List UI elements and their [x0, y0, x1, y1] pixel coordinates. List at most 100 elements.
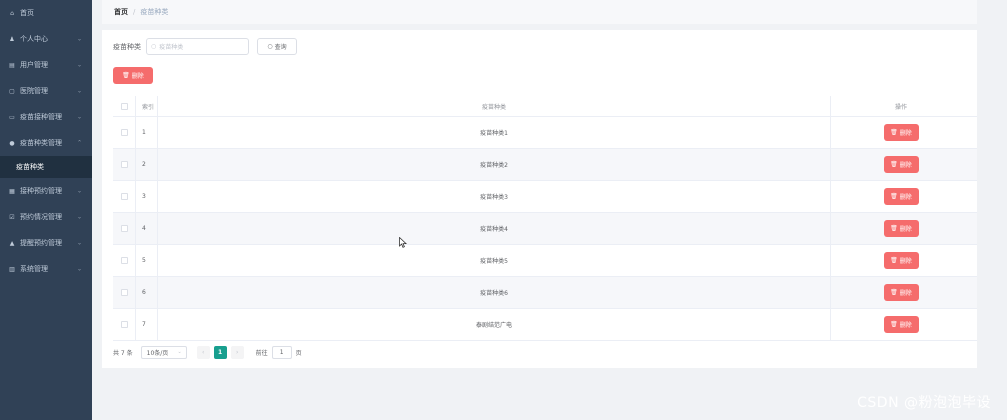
- row-name: 疫苗种类6: [157, 277, 831, 308]
- row-delete-button[interactable]: 🗑 删除: [883, 220, 919, 237]
- row-index: 2: [135, 149, 157, 180]
- table-body: 1 疫苗种类1 🗑 删除 2 疫苗种类2 🗑 删除 3 疫苗种类3 🗑 删除 4 疫苗种类4 🗑 删除 5 疫苗种…: [113, 117, 977, 341]
- prev-page-button[interactable]: ‹: [196, 345, 210, 359]
- system-icon: ▥: [9, 265, 15, 273]
- row-delete-label: 删除: [899, 130, 912, 137]
- row-index: 7: [135, 309, 157, 340]
- page-number-current[interactable]: 1: [213, 345, 227, 359]
- row-select-cell: [113, 225, 135, 232]
- chevron-down-icon: ⌄: [76, 265, 82, 273]
- sidebar-item[interactable]: ▥ 系统管理 ⌄: [0, 256, 92, 282]
- sidebar-item[interactable]: ▦ 接种预约管理 ⌄: [0, 178, 92, 204]
- location-icon: ●: [9, 139, 15, 147]
- select-all-cell: [113, 102, 135, 110]
- trash-icon: 🗑: [890, 257, 898, 264]
- row-checkbox[interactable]: [120, 257, 128, 264]
- row-delete-label: 删除: [899, 194, 912, 201]
- trash-icon: 🗑: [122, 72, 130, 79]
- row-checkbox[interactable]: [120, 321, 128, 328]
- table-row: 5 疫苗种类5 🗑 删除: [113, 245, 977, 277]
- trash-icon: 🗑: [890, 225, 898, 232]
- select-all-checkbox[interactable]: [120, 102, 128, 110]
- row-delete-label: 删除: [899, 290, 912, 297]
- sidebar-item[interactable]: ▤ 用户管理 ⌄: [0, 52, 92, 78]
- row-name: 疫苗种类5: [157, 245, 831, 276]
- search-icon: ○: [267, 43, 273, 50]
- row-delete-button[interactable]: 🗑 删除: [883, 316, 919, 333]
- search-label: 疫苗种类: [113, 43, 141, 51]
- goto-unit: 页: [295, 349, 302, 357]
- page-size-value: 10条/页: [146, 349, 169, 357]
- search-placeholder: 疫苗种类: [159, 44, 184, 51]
- row-delete-button[interactable]: 🗑 删除: [883, 188, 919, 205]
- breadcrumb-home[interactable]: 首页: [114, 7, 128, 17]
- sidebar-item[interactable]: ▭ 疫苗接种管理 ⌄: [0, 104, 92, 130]
- main-area: 首页 / 疫苗种类 疫苗种类 ○ 疫苗种类 ○ 查询 🗑 删除 索引 疫苗种类 …: [92, 0, 1007, 420]
- sidebar-item-label: 疫苗种类管理: [20, 139, 62, 147]
- row-delete-button[interactable]: 🗑 删除: [883, 252, 919, 269]
- sidebar-subitem-vaccine-type[interactable]: 疫苗种类: [0, 156, 92, 178]
- row-delete-button[interactable]: 🗑 删除: [883, 124, 919, 141]
- chevron-down-icon: ⌄: [76, 239, 82, 247]
- row-index: 6: [135, 277, 157, 308]
- goto-page-input[interactable]: 1: [271, 345, 292, 359]
- sidebar-item-label: 医院管理: [20, 87, 48, 95]
- row-operation-cell: 🗑 删除: [831, 245, 971, 276]
- chevron-down-icon: ⌄: [76, 113, 82, 121]
- sidebar-item[interactable]: ● 疫苗种类管理 ⌃: [0, 130, 92, 156]
- sidebar-item-label: 系统管理: [20, 265, 48, 273]
- trash-icon: 🗑: [890, 161, 898, 168]
- row-checkbox[interactable]: [120, 161, 128, 168]
- sidebar-item[interactable]: ▢ 医院管理 ⌄: [0, 78, 92, 104]
- row-delete-button[interactable]: 🗑 删除: [883, 156, 919, 173]
- search-input[interactable]: ○ 疫苗种类: [146, 38, 249, 55]
- header-name: 疫苗种类: [157, 96, 831, 116]
- sidebar-item[interactable]: ☑ 预约情况管理 ⌄: [0, 204, 92, 230]
- chevron-down-icon: ⌄: [76, 213, 82, 221]
- row-select-cell: [113, 257, 135, 264]
- hospital-icon: ▢: [9, 87, 15, 95]
- content-card: 疫苗种类 ○ 疫苗种类 ○ 查询 🗑 删除 索引 疫苗种类 操作 1 疫苗种类1 🗑…: [102, 30, 977, 368]
- search-icon: ○: [151, 43, 157, 50]
- trash-icon: 🗑: [890, 193, 898, 200]
- chevron-down-icon: ⌄: [177, 349, 182, 355]
- user-icon: ♟: [9, 35, 15, 43]
- row-operation-cell: 🗑 删除: [831, 277, 971, 308]
- sidebar-item-label: 接种预约管理: [20, 187, 62, 195]
- row-checkbox[interactable]: [120, 129, 128, 136]
- row-select-cell: [113, 161, 135, 168]
- sidebar-item-label: 首页: [20, 9, 34, 17]
- batch-delete-button[interactable]: 🗑 删除: [113, 67, 153, 84]
- sidebar-item[interactable]: ♟ 个人中心 ⌄: [0, 26, 92, 52]
- query-button[interactable]: ○ 查询: [257, 38, 297, 55]
- page-size-select[interactable]: 10条/页 ⌄: [140, 345, 187, 359]
- table-row: 7 泰剧结范广电 🗑 删除: [113, 309, 977, 341]
- sidebar-item-label: 预约情况管理: [20, 213, 62, 221]
- vaccine-type-table: 索引 疫苗种类 操作 1 疫苗种类1 🗑 删除 2 疫苗种类2 🗑 删除 3 疫苗种类3 🗑 删除 4 疫…: [113, 96, 977, 341]
- breadcrumb: 首页 / 疫苗种类: [102, 0, 977, 24]
- table-row: 2 疫苗种类2 🗑 删除: [113, 149, 977, 181]
- row-select-cell: [113, 129, 135, 136]
- row-index: 1: [135, 117, 157, 148]
- next-page-button[interactable]: ›: [230, 345, 244, 359]
- sidebar-item[interactable]: ⌂ 首页: [0, 0, 92, 26]
- sidebar-item[interactable]: ▲ 提醒预约管理 ⌄: [0, 230, 92, 256]
- row-checkbox[interactable]: [120, 225, 128, 232]
- watermark: CSDN @粉泡泡毕设: [857, 395, 991, 411]
- mouse-cursor-icon: [399, 237, 407, 248]
- row-index: 4: [135, 213, 157, 244]
- table-row: 3 疫苗种类3 🗑 删除: [113, 181, 977, 213]
- breadcrumb-current: 疫苗种类: [140, 8, 169, 16]
- bell-icon: ▲: [9, 239, 15, 247]
- row-checkbox[interactable]: [120, 289, 128, 296]
- row-checkbox[interactable]: [120, 193, 128, 200]
- report-icon: ☑: [9, 213, 15, 221]
- table-row: 6 疫苗种类6 🗑 删除: [113, 277, 977, 309]
- query-button-label: 查询: [274, 44, 287, 51]
- trash-icon: 🗑: [890, 129, 898, 136]
- row-operation-cell: 🗑 删除: [831, 149, 971, 180]
- row-operation-cell: 🗑 删除: [831, 117, 971, 148]
- row-delete-button[interactable]: 🗑 删除: [883, 284, 919, 301]
- table-row: 4 疫苗种类4 🗑 删除: [113, 213, 977, 245]
- chevron-down-icon: ⌄: [76, 187, 82, 195]
